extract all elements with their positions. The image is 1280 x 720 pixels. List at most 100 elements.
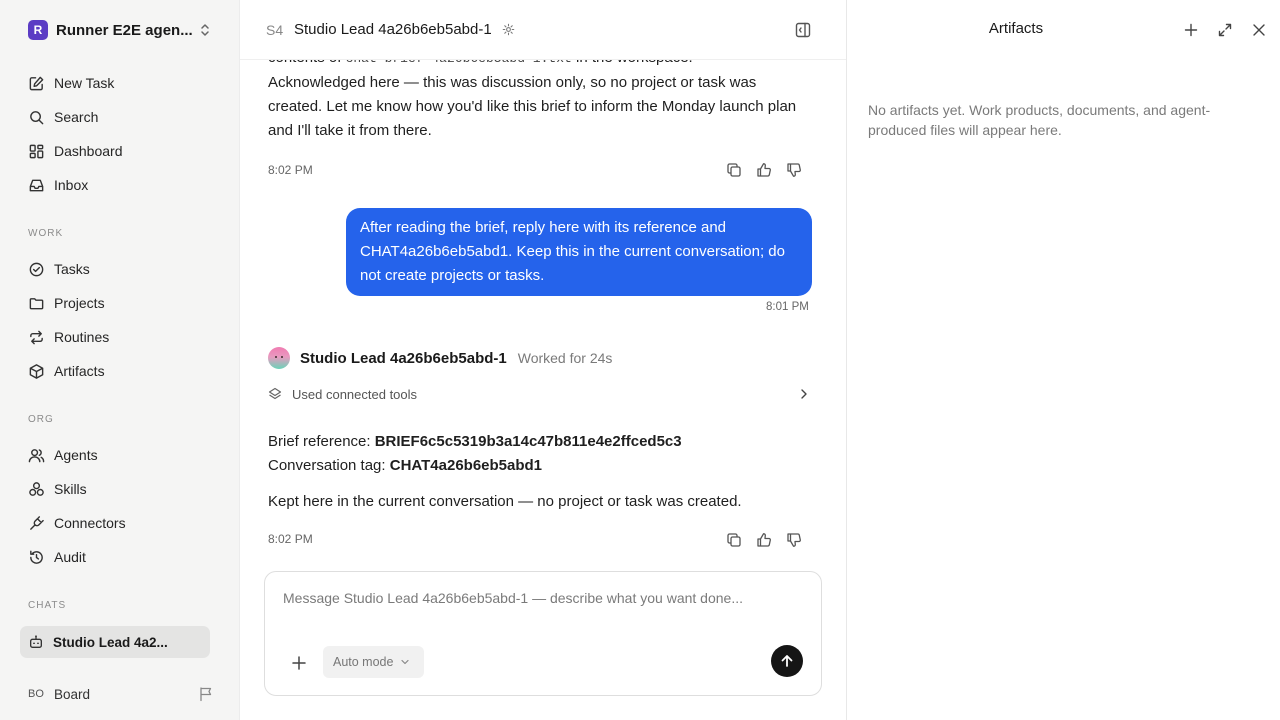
nav-label: Search	[54, 109, 99, 125]
workspace-name: Runner E2E agen...	[56, 21, 193, 39]
brief-line: Brief reference: BRIEF6c5c5319b3a14c47b8…	[268, 430, 808, 454]
agent-message-previous: contents of chat-brief-4a26b6eb5abd-1.tx…	[268, 46, 798, 143]
message-input[interactable]	[283, 590, 803, 606]
chat-title: Studio Lead 4a26b6eb5abd-1	[294, 21, 492, 38]
send-button[interactable]	[771, 645, 803, 677]
nav-routines[interactable]: Routines	[20, 320, 210, 354]
history-icon	[30, 550, 43, 564]
expand-icon[interactable]	[1217, 22, 1233, 38]
search-icon	[30, 110, 44, 124]
brief-label: Brief reference:	[268, 433, 375, 450]
nav-label: Dashboard	[54, 143, 123, 159]
users-icon	[28, 448, 45, 462]
mode-label: Auto mode	[333, 655, 394, 669]
message-time: 8:02 PM	[268, 163, 313, 177]
plug-icon	[30, 515, 44, 530]
dashboard-icon	[29, 144, 44, 158]
message-composer: Auto mode	[264, 571, 822, 696]
gear-icon[interactable]	[502, 23, 515, 36]
user-menu[interactable]: BO Board	[28, 682, 214, 706]
work-nav: Tasks Projects Routines Artifacts	[20, 252, 210, 388]
add-attachment-icon[interactable]	[289, 653, 309, 673]
nav-agents[interactable]: Agents	[20, 438, 210, 472]
worked-duration: Worked for 24s	[517, 350, 613, 366]
copy-icon[interactable]	[726, 162, 742, 178]
section-org: ORG	[28, 414, 54, 425]
nav-inbox[interactable]: Inbox	[20, 168, 210, 202]
nav-dashboard[interactable]: Dashboard	[20, 134, 210, 168]
section-work: WORK	[28, 228, 64, 239]
nav-connectors[interactable]: Connectors	[20, 506, 210, 540]
thumbs-up-icon[interactable]	[756, 532, 772, 548]
bot-icon	[30, 635, 42, 648]
box-icon	[29, 363, 44, 379]
inbox-icon	[29, 179, 44, 191]
artifacts-title: Artifacts	[988, 20, 1044, 37]
nav-label: Tasks	[54, 261, 90, 277]
flag-icon[interactable]	[198, 686, 214, 702]
nav-label: Skills	[54, 481, 87, 497]
workspace-switcher[interactable]: R Runner E2E agen...	[28, 19, 218, 41]
chat-item-label: Studio Lead 4a2...	[53, 634, 168, 650]
nav-label: Projects	[54, 295, 105, 311]
artifacts-panel: Artifacts No artifacts yet. Work product…	[846, 0, 1280, 720]
org-nav: Agents Skills Connectors Audit	[20, 438, 210, 574]
chevron-right-icon	[801, 389, 807, 399]
chat-header: S4 Studio Lead 4a26b6eb5abd-1	[240, 0, 846, 60]
tag-label: Conversation tag:	[268, 457, 390, 474]
panel-toggle-icon[interactable]	[794, 21, 812, 39]
closing-line: Kept here in the current conversation — …	[268, 493, 742, 510]
repeat-icon	[30, 330, 43, 344]
folder-icon	[29, 297, 44, 309]
skills-icon	[29, 481, 44, 496]
chat-panel: S4 Studio Lead 4a26b6eb5abd-1 contents o…	[240, 0, 846, 720]
brief-reference: BRIEF6c5c5319b3a14c47b811e4e2ffced5c3	[374, 433, 682, 450]
main-nav: New Task Search Dashboard Inbox	[20, 66, 210, 202]
close-icon[interactable]	[1251, 22, 1267, 38]
nav-audit[interactable]: Audit	[20, 540, 210, 574]
agent-chip: S4	[266, 21, 284, 38]
user-name: Board	[54, 686, 91, 702]
edit-icon	[29, 76, 44, 90]
layers-icon	[268, 387, 282, 400]
nav-label: Artifacts	[54, 363, 105, 379]
check-circle-icon	[29, 262, 44, 276]
message-text: Acknowledged here — this was discussion …	[268, 74, 797, 139]
nav-tasks[interactable]: Tasks	[20, 252, 210, 286]
chat-item-studio-lead[interactable]: Studio Lead 4a2...	[20, 626, 210, 658]
section-chats: CHATS	[28, 600, 67, 611]
nav-label: Inbox	[54, 177, 89, 193]
nav-artifacts[interactable]: Artifacts	[20, 354, 210, 388]
tag-line: Conversation tag: CHAT4a26b6eb5abd1	[268, 454, 808, 478]
nav-label: New Task	[54, 75, 115, 91]
tools-label: Used connected tools	[292, 386, 418, 402]
nav-label: Connectors	[54, 515, 126, 531]
user-initials: BO	[28, 688, 44, 700]
chevron-down-icon	[401, 659, 410, 665]
message-actions	[726, 532, 802, 548]
agent-avatar	[268, 347, 290, 369]
user-message-bubble: After reading the brief, reply here with…	[346, 208, 812, 296]
thumbs-down-icon[interactable]	[786, 162, 802, 178]
agent-message-header: Studio Lead 4a26b6eb5abd-1 Worked for 24…	[268, 347, 612, 369]
arrow-up-icon	[781, 655, 793, 667]
chevron-up-down-icon	[201, 24, 209, 36]
nav-search[interactable]: Search	[20, 100, 210, 134]
message-actions	[726, 162, 802, 178]
nav-skills[interactable]: Skills	[20, 472, 210, 506]
plus-icon[interactable]	[1183, 22, 1199, 38]
tools-used-toggle[interactable]: Used connected tools	[268, 384, 810, 404]
nav-projects[interactable]: Projects	[20, 286, 210, 320]
nav-new-task[interactable]: New Task	[20, 66, 210, 100]
agent-message-time: 8:02 PM	[268, 532, 313, 546]
nav-label: Routines	[54, 329, 110, 345]
thumbs-down-icon[interactable]	[786, 532, 802, 548]
sidebar: R Runner E2E agen... New Task Search Das…	[0, 0, 240, 720]
mode-select[interactable]: Auto mode	[323, 646, 424, 678]
copy-icon[interactable]	[726, 532, 742, 548]
user-message-time: 8:01 PM	[766, 301, 809, 313]
nav-label: Audit	[54, 549, 86, 565]
nav-label: Agents	[54, 447, 98, 463]
conversation-tag: CHAT4a26b6eb5abd1	[389, 457, 543, 474]
thumbs-up-icon[interactable]	[756, 162, 772, 178]
